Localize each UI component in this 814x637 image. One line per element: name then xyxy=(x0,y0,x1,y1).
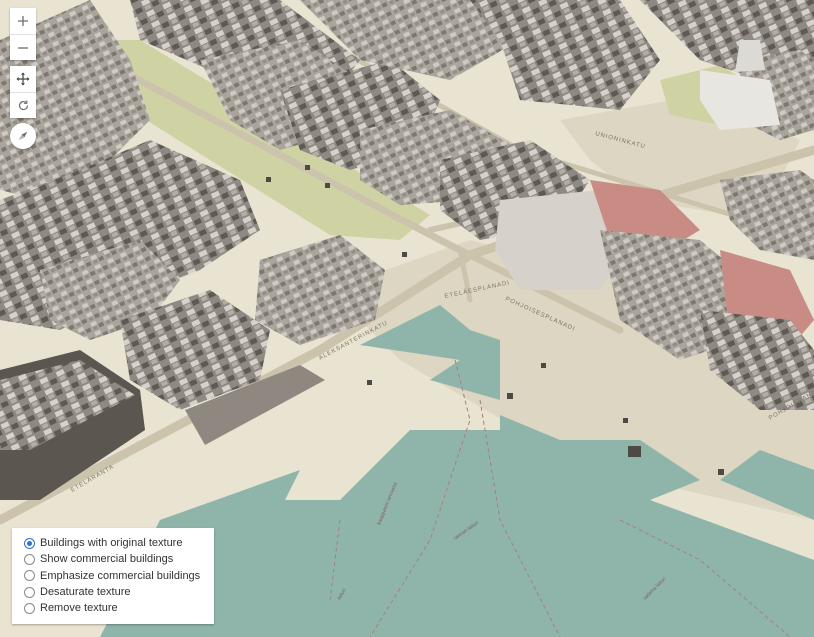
option-label: Show commercial buildings xyxy=(40,553,174,566)
option-label: Emphasize commercial buildings xyxy=(40,569,201,582)
radio-desaturate[interactable] xyxy=(24,586,35,598)
option-remove-texture[interactable]: Remove texture xyxy=(24,600,208,616)
rotate-icon xyxy=(18,100,28,111)
minus-icon xyxy=(18,46,28,49)
option-emphasize-commercial[interactable]: Emphasize commercial buildings xyxy=(24,568,208,584)
option-label: Desaturate texture xyxy=(40,586,131,599)
navigation-mode-controls xyxy=(10,66,36,118)
option-label: Buildings with original texture xyxy=(40,537,183,550)
zoom-controls xyxy=(10,8,36,60)
option-desaturate[interactable]: Desaturate texture xyxy=(24,584,208,600)
pan-arrows-icon xyxy=(16,72,30,86)
compass-icon xyxy=(18,131,28,141)
option-label: Remove texture xyxy=(40,602,118,615)
option-original-texture[interactable]: Buildings with original texture xyxy=(24,535,208,551)
radio-emphasize-commercial[interactable] xyxy=(24,570,35,582)
pan-button[interactable] xyxy=(10,66,36,92)
compass-button[interactable] xyxy=(10,123,36,149)
rotate-button[interactable] xyxy=(10,92,36,118)
radio-show-commercial[interactable] xyxy=(24,553,35,565)
radio-remove-texture[interactable] xyxy=(24,602,35,614)
radio-original-texture[interactable] xyxy=(24,537,35,549)
texture-options-panel: Buildings with original texture Show com… xyxy=(12,528,214,625)
plus-icon xyxy=(18,16,28,26)
option-show-commercial[interactable]: Show commercial buildings xyxy=(24,551,208,567)
zoom-out-button[interactable] xyxy=(10,34,36,60)
zoom-in-button[interactable] xyxy=(10,8,36,34)
